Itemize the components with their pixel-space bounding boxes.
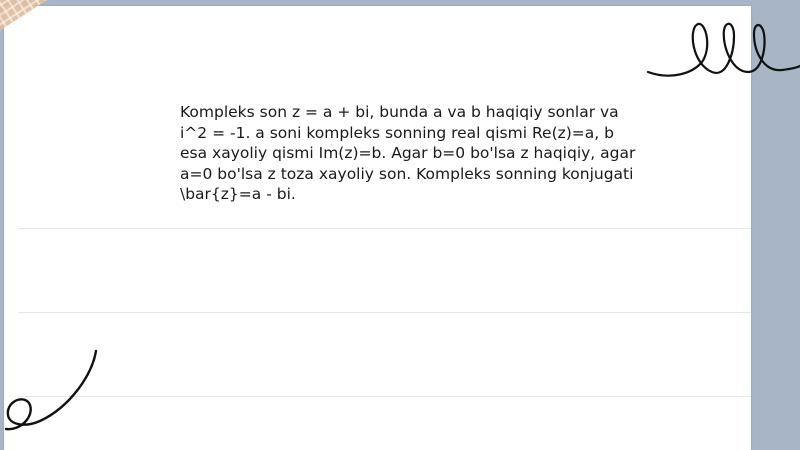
loop-scribble-bottom-left bbox=[4, 349, 98, 431]
washi-tape-strip bbox=[0, 0, 244, 58]
ruled-line bbox=[18, 396, 751, 397]
loop-scribble-top-right bbox=[646, 22, 800, 77]
ruled-line bbox=[18, 228, 751, 229]
body-paragraph: Kompleks son z = a + bi, bunda a va b ha… bbox=[180, 103, 636, 203]
ruled-line bbox=[18, 312, 751, 313]
